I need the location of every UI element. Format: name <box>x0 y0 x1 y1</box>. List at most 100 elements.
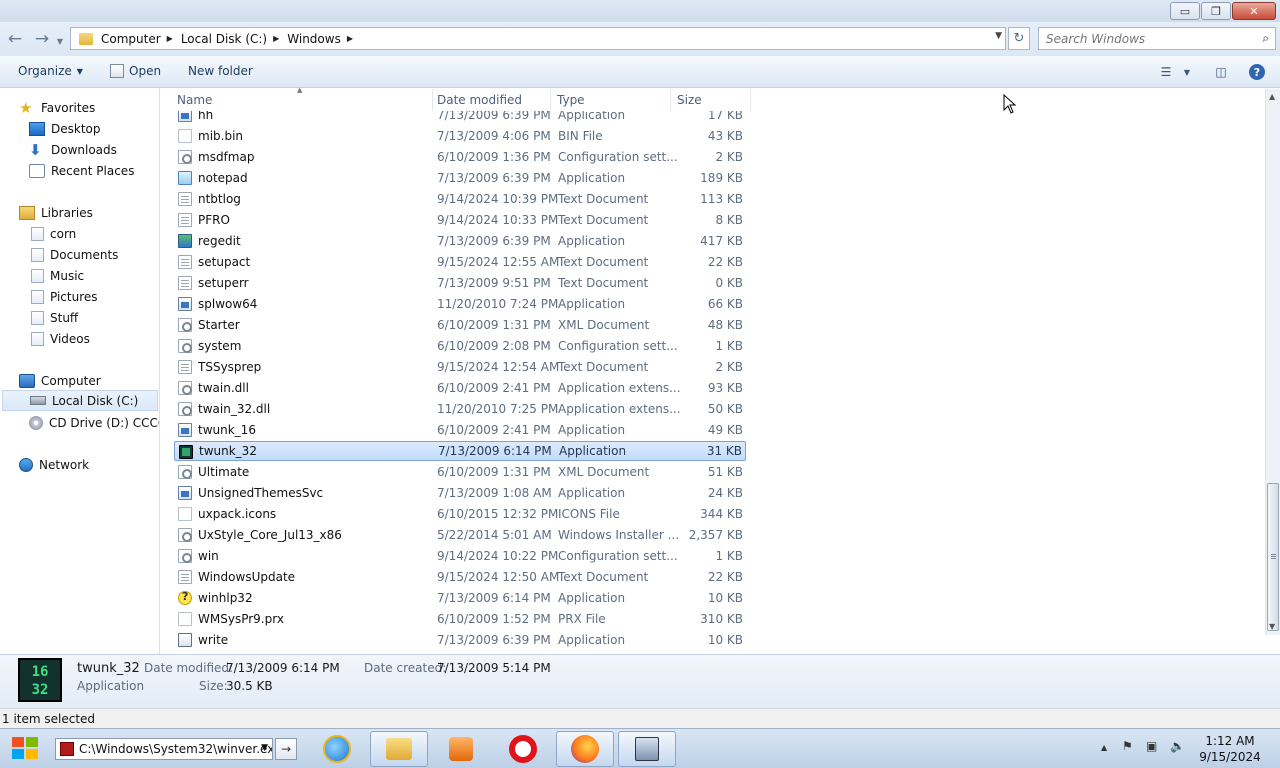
file-row[interactable]: msdfmap 6/10/2009 1:36 PM Configuration se… <box>174 147 746 167</box>
run-address-box[interactable]: C:\Windows\System32\winver.exe ▼ <box>55 738 273 760</box>
file-row[interactable]: mib.bin 7/13/2009 4:06 PM BIN File 43 KB <box>174 126 746 146</box>
file-row[interactable]: write 7/13/2009 6:39 PM Application 10 KB <box>174 630 746 650</box>
open-button[interactable]: Open <box>110 64 161 78</box>
scrollbar-thumb[interactable] <box>1267 483 1279 631</box>
nav-favorites[interactable]: ★ Favorites <box>19 97 95 118</box>
file-row[interactable]: ntbtlog 9/14/2024 10:39 PM Text Document 11… <box>174 189 746 209</box>
file-row[interactable]: PFRO 9/14/2024 10:33 PM Text Document 8 KB <box>174 210 746 230</box>
column-header-type[interactable]: Type <box>553 89 671 111</box>
maximize-button[interactable]: ❐ <box>1201 2 1231 20</box>
taskbar-windows-explorer[interactable] <box>370 731 428 767</box>
vertical-scrollbar[interactable]: ▲ ▼ <box>1265 89 1280 635</box>
breadcrumb-local-disk[interactable]: Local Disk (C:) ▶ <box>181 32 287 46</box>
nav-downloads[interactable]: ⬇ Downloads <box>29 139 117 160</box>
file-row[interactable]: win 9/14/2024 10:22 PM Configuration sett.… <box>174 546 746 566</box>
file-row[interactable]: Starter 6/10/2009 1:31 PM XML Document 48 K… <box>174 315 746 335</box>
file-row[interactable]: twain_32.dll 11/20/2010 7:25 PM Applicatio… <box>174 399 746 419</box>
help-button[interactable]: ? <box>1248 62 1266 82</box>
help-icon: ? <box>1249 64 1265 80</box>
music-icon <box>31 268 44 283</box>
volume-muted-icon[interactable]: 🔈 <box>1170 739 1185 753</box>
file-row[interactable]: winhlp32 7/13/2009 6:14 PM Application 10 K… <box>174 588 746 608</box>
taskbar-winver[interactable] <box>618 731 676 767</box>
file-row[interactable]: twunk_32 7/13/2009 6:14 PM Application 31 K… <box>174 441 746 461</box>
chevron-down-icon[interactable]: ▼ <box>261 743 268 753</box>
nav-music[interactable]: Music <box>31 265 84 286</box>
file-name: ntbtlog <box>198 192 241 206</box>
change-view-button[interactable]: ☰ <box>1156 62 1176 82</box>
recent-pages-dropdown[interactable]: ▼ <box>53 30 67 52</box>
file-row[interactable]: splwow64 11/20/2010 7:24 PM Application 66 … <box>174 294 746 314</box>
open-icon <box>110 64 124 78</box>
file-row[interactable]: uxpack.icons 6/10/2015 12:32 PM ICONS File… <box>174 504 746 524</box>
close-button[interactable]: ✕ <box>1232 2 1276 20</box>
run-go-button[interactable]: → <box>275 738 297 760</box>
address-history-dropdown[interactable]: ▼ <box>995 31 1002 41</box>
nav-corn[interactable]: corn <box>31 223 76 244</box>
file-row[interactable]: twain.dll 6/10/2009 2:41 PM Application ex… <box>174 378 746 398</box>
chevron-right-icon[interactable]: ▶ <box>167 34 173 43</box>
file-row[interactable]: twunk_16 6/10/2009 2:41 PM Application 49 K… <box>174 420 746 440</box>
taskbar-opera[interactable] <box>494 731 552 767</box>
clock[interactable]: 1:12 AM 9/15/2024 <box>1190 733 1270 765</box>
file-row[interactable]: notepad 7/13/2009 6:39 PM Application 189 K… <box>174 168 746 188</box>
taskbar-internet-explorer[interactable] <box>308 731 366 767</box>
refresh-button[interactable]: ↻ <box>1008 27 1030 50</box>
nav-desktop[interactable]: Desktop <box>29 118 101 139</box>
scroll-down-icon[interactable]: ▼ <box>1269 622 1275 631</box>
nav-network[interactable]: Network <box>19 454 89 475</box>
back-button[interactable]: ← <box>3 28 27 50</box>
start-button[interactable] <box>12 737 40 761</box>
preview-pane-button[interactable]: ◫ <box>1211 62 1231 82</box>
address-bar[interactable]: Computer ▶ Local Disk (C:) ▶ Windows ▶ ▼ <box>70 27 1006 50</box>
file-row[interactable]: UxStyle_Core_Jul13_x86 5/22/2014 5:01 AM W… <box>174 525 746 545</box>
network-tray-icon[interactable]: ▣ <box>1146 739 1157 753</box>
app-file-icon <box>178 297 192 311</box>
view-options-dropdown[interactable]: ▼ <box>1180 62 1194 82</box>
file-row[interactable]: WMSysPr9.prx 6/10/2009 1:52 PM PRX File 310… <box>174 609 746 629</box>
file-row[interactable]: WindowsUpdate 9/15/2024 12:50 AM Text Docu… <box>174 567 746 587</box>
nav-videos[interactable]: Videos <box>31 328 90 349</box>
scroll-up-icon[interactable]: ▲ <box>1269 92 1275 101</box>
breadcrumb-computer[interactable]: Computer ▶ <box>101 32 181 46</box>
nav-recent-places[interactable]: Recent Places <box>29 160 134 181</box>
file-row[interactable]: Ultimate 6/10/2009 1:31 PM XML Document 51 … <box>174 462 746 482</box>
file-date-modified: 6/10/2009 2:41 PM <box>437 381 551 395</box>
new-folder-button[interactable]: New folder <box>188 64 253 78</box>
show-hidden-icons-button[interactable]: ▲ <box>1101 743 1107 752</box>
nav-stuff[interactable]: Stuff <box>31 307 78 328</box>
taskbar-media-player[interactable] <box>432 731 490 767</box>
chevron-right-icon[interactable]: ▶ <box>347 34 353 43</box>
nav-libraries[interactable]: Libraries <box>19 202 93 223</box>
nav-local-disk[interactable]: Local Disk (C:) <box>2 390 158 411</box>
file-row[interactable]: system 6/10/2009 2:08 PM Configuration set… <box>174 336 746 356</box>
search-input[interactable] <box>1039 28 1244 49</box>
nav-pictures[interactable]: Pictures <box>31 286 98 307</box>
search-icon[interactable]: ⌕ <box>1262 31 1269 46</box>
action-center-flag-icon[interactable]: ⚑ <box>1122 739 1133 753</box>
nav-cd-drive[interactable]: CD Drive (D:) CCCOMA_X64FRE <box>29 412 159 433</box>
minimize-button[interactable]: ▭ <box>1170 2 1200 20</box>
search-box[interactable]: ⌕ <box>1038 27 1276 50</box>
file-row[interactable]: regedit 7/13/2009 6:39 PM Application 417 K… <box>174 231 746 251</box>
doc-file-icon <box>178 213 192 227</box>
chevron-down-icon: ▼ <box>76 66 83 76</box>
file-name: system <box>198 339 242 353</box>
file-row[interactable]: setuperr 7/13/2009 9:51 PM Text Document 0 … <box>174 273 746 293</box>
file-row[interactable]: TSSysprep 9/15/2024 12:54 AM Text Document… <box>174 357 746 377</box>
file-size: 2,357 KB <box>688 528 743 542</box>
taskbar-firefox[interactable] <box>556 731 614 767</box>
column-header-date-modified[interactable]: Date modified <box>433 89 551 111</box>
breadcrumb-windows[interactable]: Windows ▶ <box>287 32 361 46</box>
column-header-name[interactable]: Name <box>173 89 433 111</box>
chevron-right-icon[interactable]: ▶ <box>273 34 279 43</box>
column-header-size[interactable]: Size <box>673 89 751 111</box>
forward-button[interactable]: → <box>30 28 54 50</box>
file-row[interactable]: setupact 9/15/2024 12:55 AM Text Document 2… <box>174 252 746 272</box>
organize-button[interactable]: Organize ▼ <box>18 64 83 78</box>
file-row[interactable]: hh 7/13/2009 6:39 PM Application 17 KB <box>174 111 746 125</box>
nav-computer[interactable]: Computer <box>19 370 101 391</box>
nav-documents[interactable]: Documents <box>31 244 118 265</box>
file-row[interactable]: UnsignedThemesSvc 7/13/2009 1:08 AM Applic… <box>174 483 746 503</box>
file-type: Text Document <box>558 360 649 374</box>
